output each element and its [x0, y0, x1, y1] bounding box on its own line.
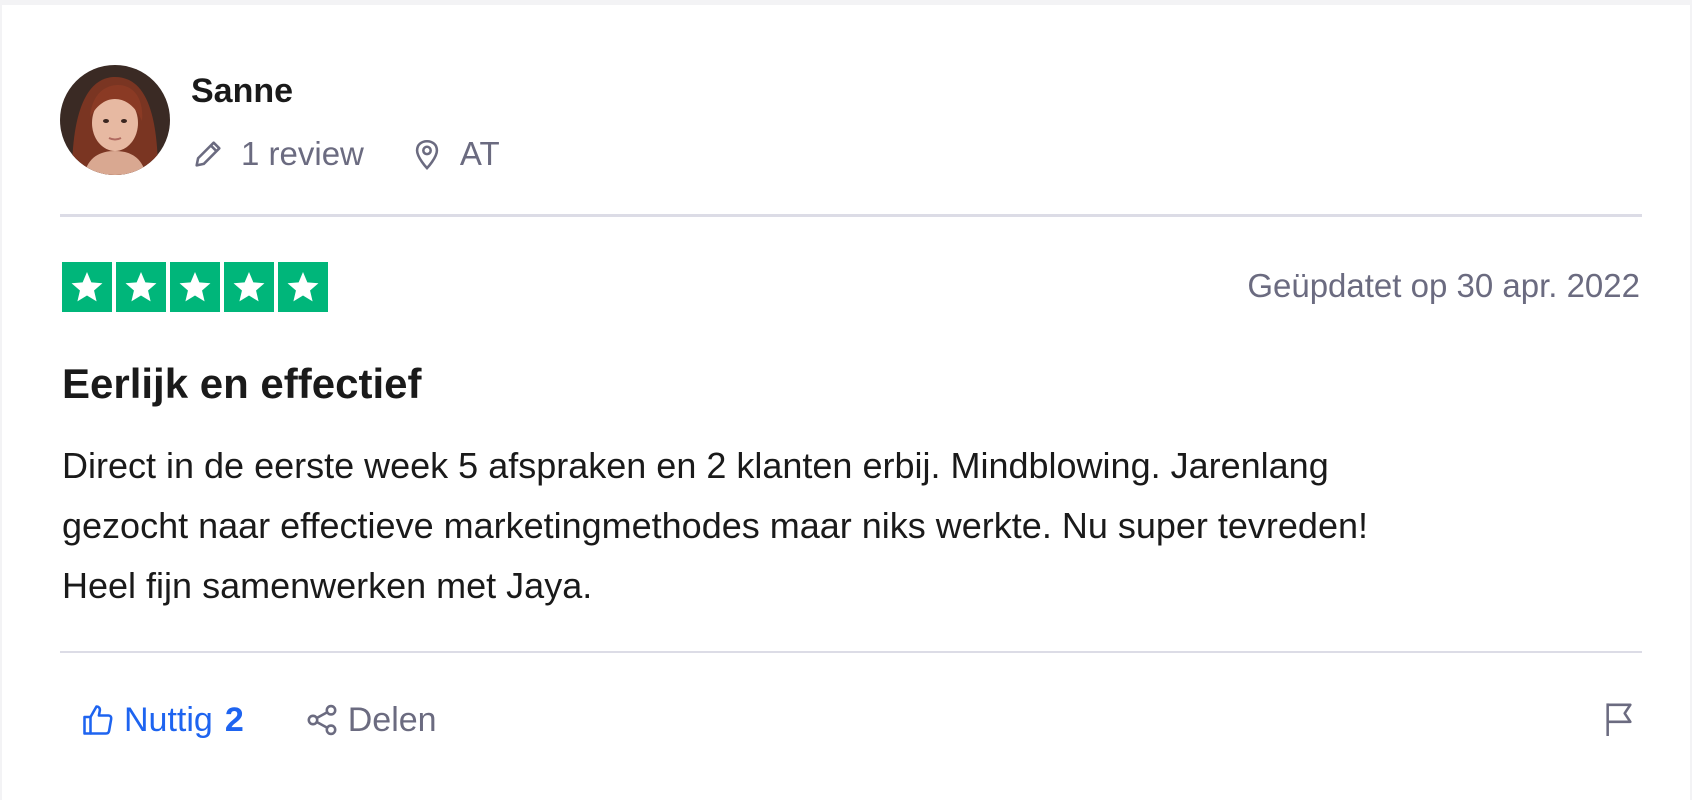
avatar[interactable]: [60, 65, 170, 175]
star-rating: [62, 262, 328, 312]
review-body: Direct in de eerste week 5 afspraken en …: [62, 436, 1662, 616]
location-pin-icon: [415, 139, 439, 171]
review-count-label: 1 review: [241, 135, 364, 172]
helpful-count: 2: [224, 700, 244, 739]
review-date: Geüpdatet op 30 apr. 2022: [1247, 267, 1640, 304]
star-icon: [116, 262, 166, 312]
reviewer-name[interactable]: Sanne: [191, 71, 293, 111]
pencil-icon: [195, 141, 221, 167]
review-title[interactable]: Eerlijk en effectief: [62, 359, 421, 409]
share-label: Delen: [347, 700, 437, 739]
star-icon: [62, 262, 112, 312]
review-card: Sanne 1 review AT Geüpdatet op 30 apr. 2…: [2, 5, 1690, 800]
share-button[interactable]: Delen: [304, 701, 437, 740]
star-icon: [224, 262, 274, 312]
flag-icon: [1606, 703, 1632, 736]
footer-divider: [60, 651, 1642, 653]
thumbs-up-icon: [83, 705, 113, 735]
helpful-label: Nuttig: [124, 700, 213, 739]
avatar-image: [60, 65, 170, 175]
header-divider: [60, 214, 1642, 217]
reviewer-meta: 1 review AT: [191, 132, 500, 176]
report-button[interactable]: [1599, 697, 1639, 741]
review-count: 1 review: [191, 135, 364, 173]
reviewer-location: AT: [410, 135, 500, 173]
country-label: AT: [459, 135, 500, 172]
review-body-line: gezocht naar effectieve marketingmethode…: [62, 505, 1369, 546]
review-body-line: Direct in de eerste week 5 afspraken en …: [62, 445, 1329, 486]
helpful-button[interactable]: Nuttig 2: [80, 701, 244, 740]
star-icon: [278, 262, 328, 312]
review-actions: Nuttig 2 Delen: [80, 695, 437, 745]
star-icon: [170, 262, 220, 312]
share-icon: [307, 704, 337, 736]
review-body-line: Heel fijn samenwerken met Jaya.: [62, 565, 593, 606]
